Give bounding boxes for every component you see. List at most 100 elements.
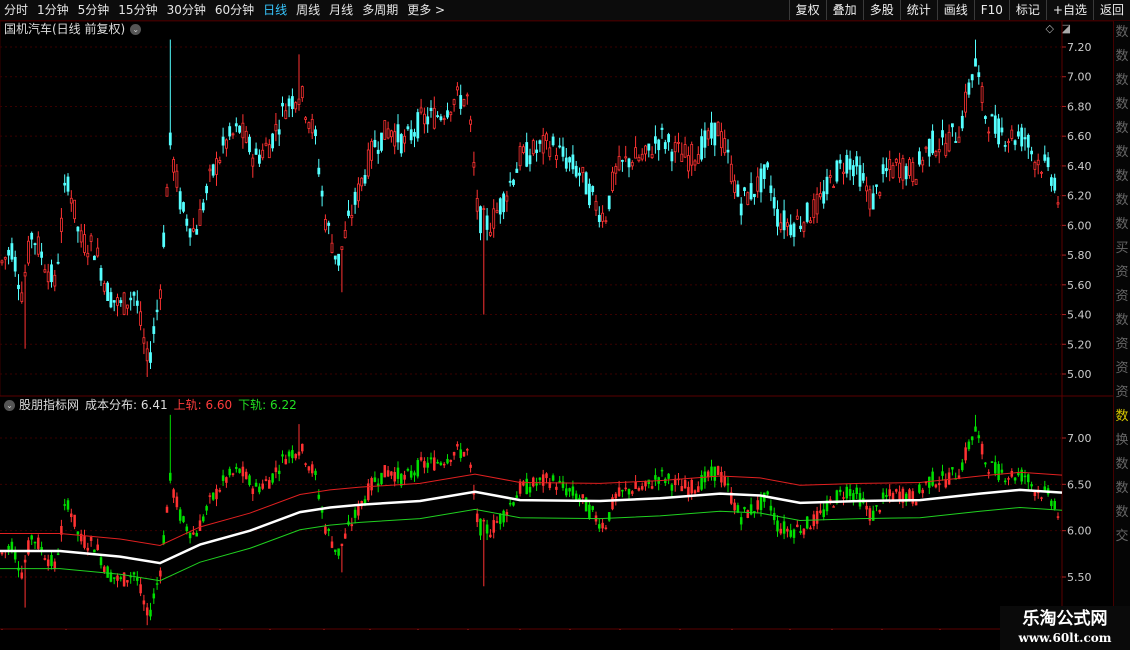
lower-rail-line (0, 506, 1063, 582)
ind-candle-body (287, 451, 291, 457)
ind-candle-body (23, 559, 27, 563)
candle-body (904, 166, 908, 180)
sidebar-char[interactable]: 数 (1114, 405, 1130, 429)
sidebar-char[interactable]: 数 (1114, 189, 1130, 213)
ind-candle-body (235, 467, 238, 469)
kline-chart[interactable]: 7.20 7.00 6.80 6.60 6.40 6.20 6.00 5.80 5.60 5.40… (0, 21, 1114, 630)
candle-body (0, 260, 4, 264)
sidebar-char[interactable]: 数 (1114, 117, 1130, 141)
candle-body (541, 135, 545, 154)
candle-body (617, 156, 621, 171)
candle-body (129, 297, 133, 301)
candle-body (693, 160, 697, 166)
sidebar-char[interactable]: 资 (1114, 261, 1130, 285)
candle-body (901, 158, 905, 181)
period-tab-1[interactable]: 1分钟 (37, 0, 69, 20)
ind-candle-body (1027, 474, 1030, 483)
sidebar-char[interactable]: 数 (1114, 477, 1130, 501)
ind-candle-body (89, 536, 93, 541)
candle-body (779, 222, 783, 230)
action-button-4[interactable]: 画线 (936, 0, 974, 20)
ind-candle-body (1040, 497, 1043, 499)
ind-candle-body (961, 462, 964, 471)
candle-body (403, 135, 407, 144)
action-button-8[interactable]: 返回 (1092, 0, 1130, 20)
ind-candle-body (485, 524, 489, 534)
ind-candle-body (495, 521, 499, 523)
price-tick-label: 5.80 (1067, 249, 1092, 262)
candle-body (766, 162, 769, 168)
action-button-2[interactable]: 多股 (862, 0, 900, 20)
price-tick-label: 5.00 (1067, 368, 1092, 381)
ind-candle-body (815, 511, 819, 524)
candle-body (762, 164, 766, 179)
watermark-url: www.60lt.com (1018, 631, 1112, 645)
ind-candle-body (383, 465, 387, 478)
candle-body (518, 146, 522, 167)
period-tab-0[interactable]: 分时 (4, 0, 28, 20)
candle-body (172, 159, 176, 173)
ind-candle-body (334, 549, 337, 552)
sidebar-char[interactable]: 数 (1114, 45, 1130, 69)
ind-candle-body (683, 480, 687, 489)
period-tab-7[interactable]: 周线 (296, 0, 320, 20)
ind-candle-body (492, 520, 495, 533)
sidebar-char[interactable]: 数 (1114, 93, 1130, 117)
period-tab-8[interactable]: 月线 (329, 0, 353, 20)
candle-body (356, 183, 360, 202)
ind-candle-body (139, 584, 142, 594)
action-button-6[interactable]: 标记 (1008, 0, 1046, 20)
period-tab-6[interactable]: 日线 (263, 0, 287, 20)
action-button-1[interactable]: 叠加 (825, 0, 863, 20)
ind-candle-body (736, 505, 740, 513)
candle-body (1050, 177, 1053, 186)
sidebar-char[interactable]: 数 (1114, 21, 1130, 45)
candle-body (267, 144, 271, 159)
candle-body (343, 229, 347, 239)
ind-candle-body (591, 506, 594, 510)
sidebar-char[interactable]: 数 (1114, 165, 1130, 189)
sidebar-char[interactable]: 交 (1114, 525, 1130, 549)
period-tab-3[interactable]: 15分钟 (118, 0, 157, 20)
candle-body (739, 203, 743, 216)
sidebar-char[interactable]: 数 (1114, 213, 1130, 237)
candle-body (957, 136, 961, 143)
candle-body (842, 171, 845, 174)
candle-body (7, 249, 10, 256)
sidebar-char[interactable]: 数 (1114, 453, 1130, 477)
sidebar-char[interactable]: 资 (1114, 381, 1130, 405)
sidebar-char[interactable]: 换 (1114, 429, 1130, 453)
action-button-0[interactable]: 复权 (788, 0, 826, 20)
ind-candle-body (941, 471, 944, 476)
sidebar-char[interactable]: 数 (1114, 69, 1130, 93)
ind-candle-body (264, 479, 268, 481)
sidebar-char[interactable]: 数 (1114, 501, 1130, 525)
sidebar-char[interactable]: 数 (1114, 309, 1130, 333)
sidebar-char[interactable]: 数 (1114, 141, 1130, 165)
action-button-3[interactable]: 统计 (899, 0, 937, 20)
candle-body (66, 176, 70, 192)
ind-candle-body (928, 476, 931, 488)
ind-candle-body (350, 524, 354, 527)
sidebar-char[interactable]: 资 (1114, 285, 1130, 309)
ind-candle-body (782, 521, 786, 534)
action-button-7[interactable]: +自选 (1045, 0, 1093, 20)
ind-candle-body (70, 513, 73, 518)
candle-body (76, 226, 80, 232)
sidebar-char[interactable]: 资 (1114, 357, 1130, 381)
candle-body (238, 125, 242, 133)
sidebar-char[interactable]: 买 (1114, 237, 1130, 261)
period-tab-2[interactable]: 5分钟 (78, 0, 110, 20)
candle-body (667, 134, 670, 143)
period-tab-9[interactable]: 多周期 (362, 0, 398, 20)
sidebar-char[interactable]: 资 (1114, 333, 1130, 357)
candle-body (571, 154, 575, 170)
period-tab-4[interactable]: 30分钟 (167, 0, 206, 20)
period-tab-5[interactable]: 60分钟 (215, 0, 254, 20)
action-button-5[interactable]: F10 (973, 0, 1009, 20)
ind-candle-body (934, 484, 938, 488)
candle-body (228, 126, 232, 137)
period-tab-10[interactable]: 更多 > (407, 0, 445, 20)
ind-candle-body (809, 527, 812, 530)
candle-body (1040, 171, 1043, 174)
